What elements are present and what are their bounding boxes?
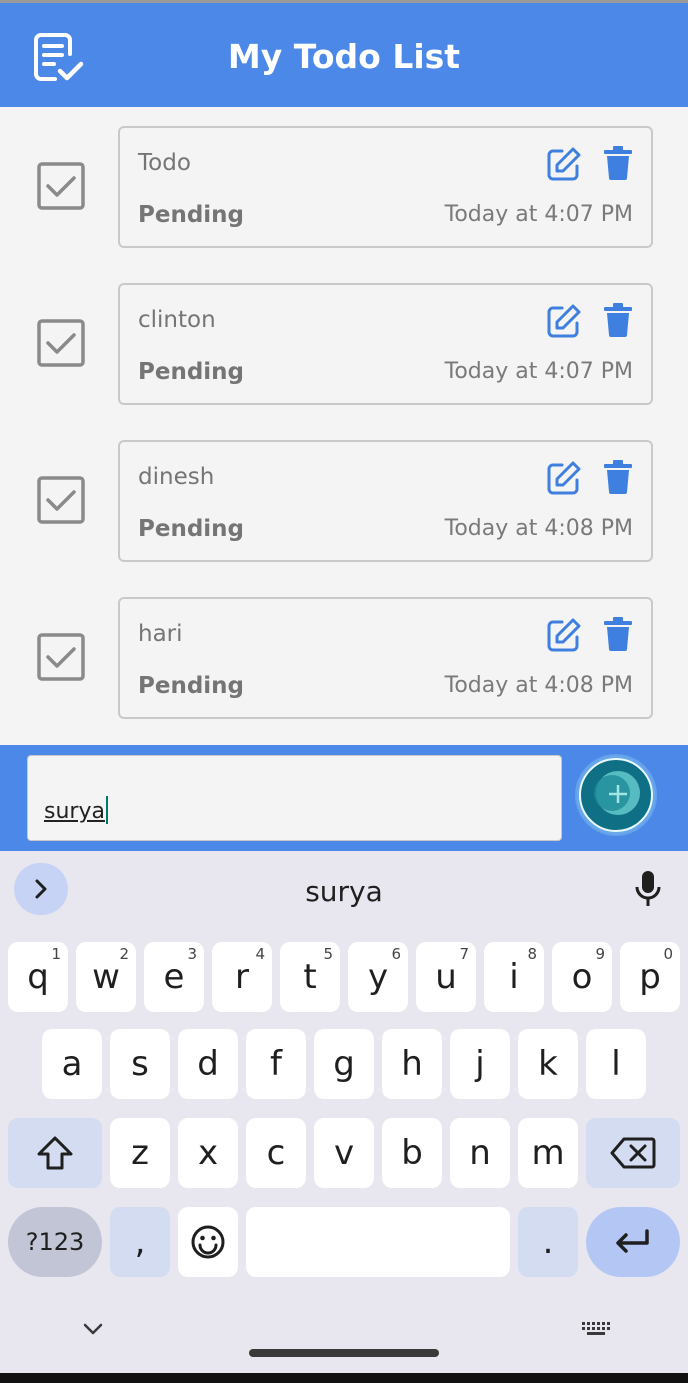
space-key[interactable]: [246, 1207, 510, 1277]
text-cursor: [105, 796, 108, 824]
checkbox-icon[interactable]: [37, 476, 85, 524]
edit-icon[interactable]: [546, 146, 582, 182]
key-h[interactable]: h: [382, 1029, 442, 1099]
key-q[interactable]: q1: [8, 942, 68, 1012]
todo-card[interactable]: clinton Pending Today at 4:07 PM: [118, 283, 653, 405]
key-t[interactable]: t5: [280, 942, 340, 1012]
todo-row: hari Pending Today at 4:08 PM: [0, 597, 688, 719]
comma-key[interactable]: ,: [110, 1207, 170, 1277]
key-u[interactable]: u7: [416, 942, 476, 1012]
key-a[interactable]: a: [42, 1029, 102, 1099]
key-x[interactable]: x: [178, 1118, 238, 1188]
key-g[interactable]: g: [314, 1029, 374, 1099]
emoji-key[interactable]: [178, 1207, 238, 1277]
todo-row: clinton Pending Today at 4:07 PM: [0, 283, 688, 405]
key-v[interactable]: v: [314, 1118, 374, 1188]
key-k[interactable]: k: [518, 1029, 578, 1099]
todo-status: Pending: [138, 516, 245, 542]
enter-icon: [616, 1229, 649, 1253]
keyboard-switch-icon[interactable]: [578, 1319, 614, 1339]
todo-status: Pending: [138, 673, 245, 699]
edit-icon[interactable]: [546, 617, 582, 653]
delete-icon[interactable]: [604, 460, 632, 494]
delete-icon[interactable]: [604, 303, 632, 337]
todo-card[interactable]: hari Pending Today at 4:08 PM: [118, 597, 653, 719]
todo-input[interactable]: surya: [27, 755, 562, 841]
todo-input-value: surya: [44, 799, 105, 824]
checkbox-icon[interactable]: [37, 162, 85, 210]
edit-icon[interactable]: [546, 460, 582, 496]
word-suggestion[interactable]: surya: [0, 875, 688, 908]
emoji-icon: [191, 1225, 225, 1259]
todo-row: Todo Pending Today at 4:07 PM: [0, 126, 688, 248]
backspace-icon: [610, 1137, 656, 1169]
todo-name: clinton: [138, 307, 216, 333]
todo-name: hari: [138, 621, 183, 647]
todo-row: dinesh Pending Today at 4:08 PM: [0, 440, 688, 562]
key-o[interactable]: o9: [552, 942, 612, 1012]
todo-time: Today at 4:07 PM: [444, 359, 633, 384]
hide-keyboard-icon[interactable]: [80, 1319, 106, 1339]
key-e[interactable]: e3: [144, 942, 204, 1012]
todo-status: Pending: [138, 359, 245, 385]
todo-card[interactable]: dinesh Pending Today at 4:08 PM: [118, 440, 653, 562]
key-f[interactable]: f: [246, 1029, 306, 1099]
todo-status: Pending: [138, 202, 245, 228]
delete-icon[interactable]: [604, 617, 632, 651]
shift-key[interactable]: [8, 1118, 102, 1188]
key-s[interactable]: s: [110, 1029, 170, 1099]
edit-icon[interactable]: [546, 303, 582, 339]
key-r[interactable]: r4: [212, 942, 272, 1012]
todo-time: Today at 4:08 PM: [444, 673, 633, 698]
home-indicator[interactable]: [249, 1349, 439, 1357]
app-header: My Todo List: [0, 0, 688, 107]
page-title: My Todo List: [227, 37, 461, 76]
key-w[interactable]: w2: [76, 942, 136, 1012]
checkbox-icon[interactable]: [37, 633, 85, 681]
key-l[interactable]: l: [586, 1029, 646, 1099]
enter-key[interactable]: [586, 1207, 680, 1277]
todo-name: Todo: [138, 150, 191, 176]
navigation-strip: [0, 1373, 688, 1383]
todo-list: Todo Pending Today at 4:07 PM clinton Pe…: [0, 107, 688, 745]
todo-card[interactable]: Todo Pending Today at 4:07 PM: [118, 126, 653, 248]
key-d[interactable]: d: [178, 1029, 238, 1099]
shift-icon: [37, 1136, 73, 1170]
todo-name: dinesh: [138, 464, 215, 490]
key-z[interactable]: z: [110, 1118, 170, 1188]
soft-keyboard: surya q1 w2 e3 r4 t5 y6 u7 i8 o9 p0 a s …: [0, 851, 688, 1383]
key-n[interactable]: n: [450, 1118, 510, 1188]
todo-time: Today at 4:07 PM: [444, 202, 633, 227]
add-todo-bar: surya: [0, 745, 688, 851]
checkbox-icon[interactable]: [37, 319, 85, 367]
add-button[interactable]: [574, 753, 658, 837]
key-i[interactable]: i8: [484, 942, 544, 1012]
key-y[interactable]: y6: [348, 942, 408, 1012]
key-p[interactable]: p0: [620, 942, 680, 1012]
key-m[interactable]: m: [518, 1118, 578, 1188]
key-b[interactable]: b: [382, 1118, 442, 1188]
todo-time: Today at 4:08 PM: [444, 516, 633, 541]
period-key[interactable]: .: [518, 1207, 578, 1277]
key-j[interactable]: j: [450, 1029, 510, 1099]
microphone-icon[interactable]: [634, 871, 662, 907]
key-c[interactable]: c: [246, 1118, 306, 1188]
delete-icon[interactable]: [604, 146, 632, 180]
backspace-key[interactable]: [586, 1118, 680, 1188]
symbols-key[interactable]: ?123: [8, 1207, 102, 1277]
